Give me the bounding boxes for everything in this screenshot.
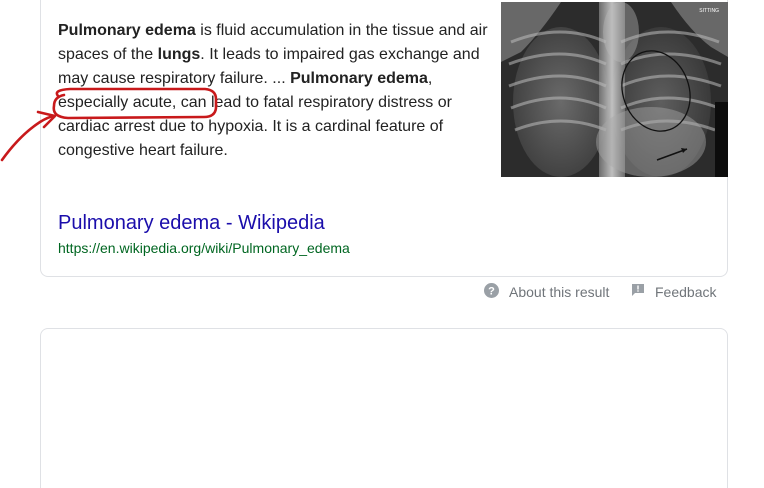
- next-result-card: [40, 328, 728, 488]
- about-this-result-label: About this result: [509, 284, 610, 300]
- svg-text:?: ?: [488, 286, 495, 298]
- snippet-term-bold: Pulmonary edema: [58, 22, 196, 39]
- snippet-term-bold-highlighted: Pulmonary edema: [290, 70, 428, 87]
- snippet-lungs-bold: lungs: [157, 46, 201, 63]
- about-this-result-button[interactable]: ? About this result: [484, 283, 609, 301]
- help-circle-icon: ?: [484, 283, 499, 301]
- feedback-flag-icon: [631, 283, 645, 300]
- snippet-text: Pulmonary edema is fluid accumulation in…: [58, 19, 488, 163]
- chest-xray-image[interactable]: SITTING: [501, 2, 728, 177]
- xray-label: SITTING: [699, 8, 719, 14]
- result-url: https://en.wikipedia.org/wiki/Pulmonary_…: [58, 240, 350, 256]
- feedback-button[interactable]: Feedback: [631, 283, 716, 300]
- result-title-link[interactable]: Pulmonary edema - Wikipedia: [58, 210, 325, 236]
- feedback-label: Feedback: [655, 283, 717, 300]
